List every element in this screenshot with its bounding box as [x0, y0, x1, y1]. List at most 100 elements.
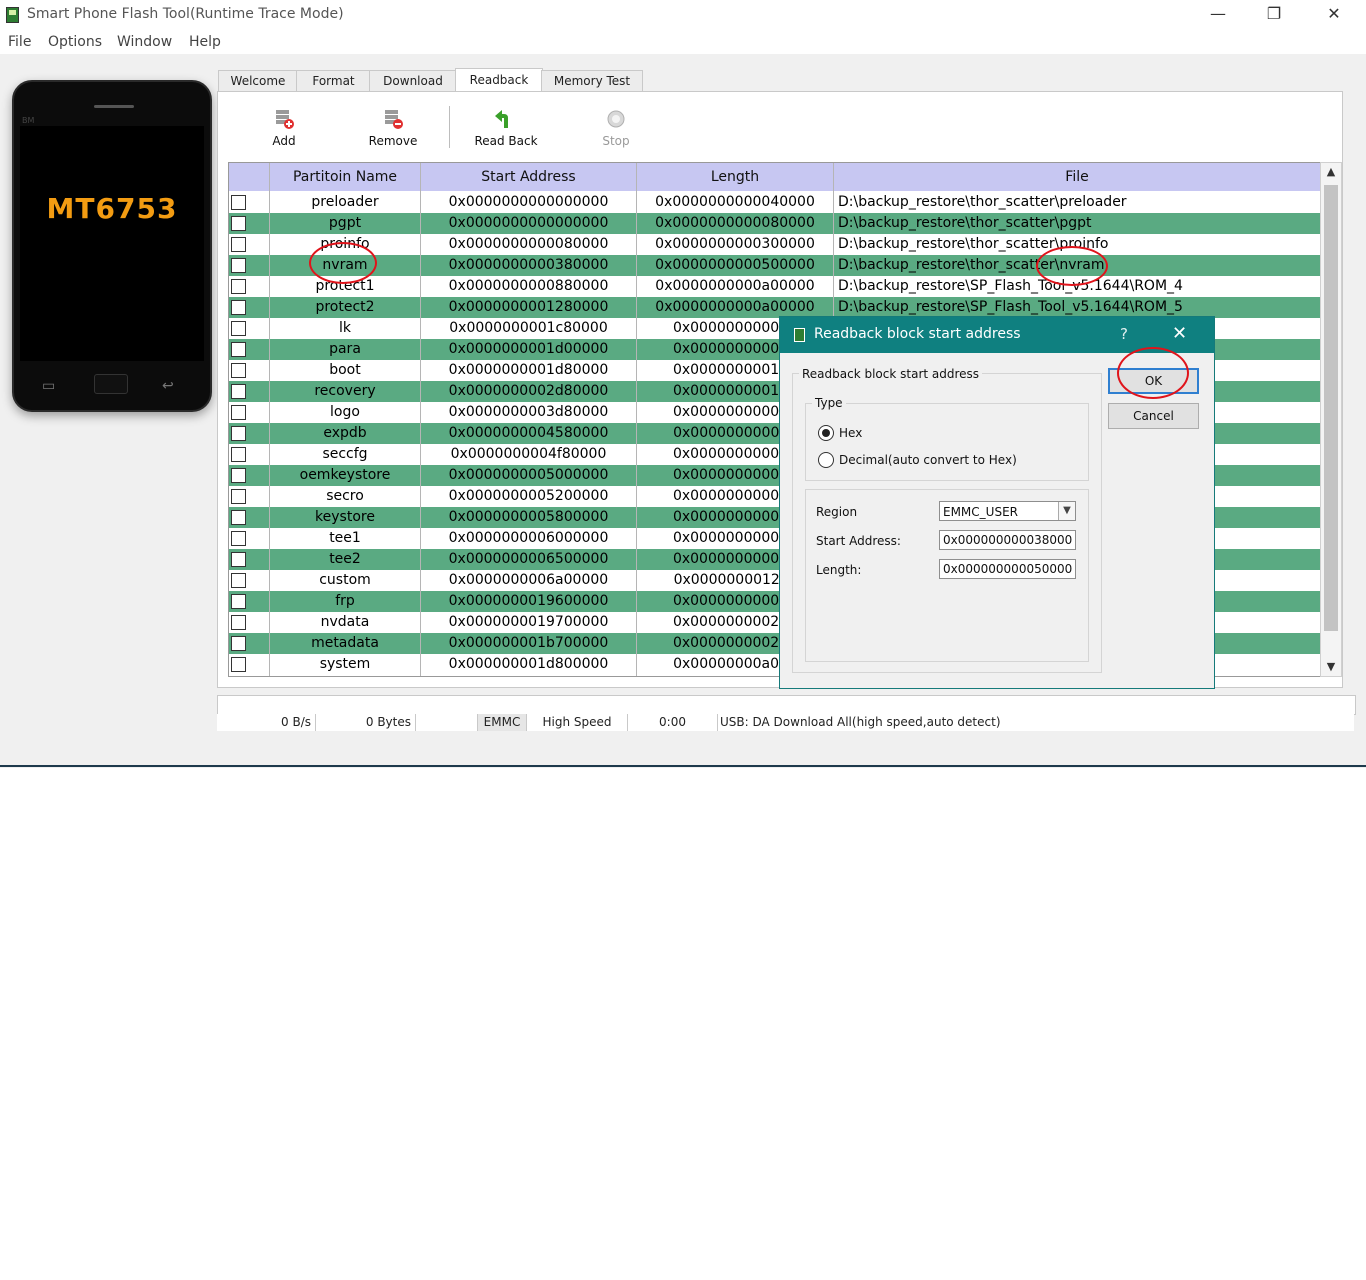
table-row[interactable]: preloader 0x0000000000000000 0x00000000000…	[229, 192, 1320, 213]
help-button[interactable]: ?	[1120, 325, 1128, 343]
table-row[interactable]: protect1 0x0000000000880000 0x0000000000a0…	[229, 276, 1320, 297]
file-path[interactable]: D:\backup_restore\SP_Flash_Tool_v5.1644\…	[838, 297, 1320, 318]
row-checkbox[interactable]	[229, 318, 269, 339]
checkbox[interactable]	[231, 615, 246, 630]
file-path[interactable]: D:\backup_restore\thor_scatter\preloader	[838, 192, 1320, 213]
table-row[interactable]: protect2 0x0000000001280000 0x0000000000a0…	[229, 297, 1320, 318]
hex-radio-label[interactable]: Hex	[839, 426, 862, 440]
menu-help[interactable]: Help	[189, 34, 221, 50]
file-path[interactable]: D:\backup_restore\thor_scatter\pgpt	[838, 213, 1320, 234]
checkbox[interactable]	[231, 552, 246, 567]
row-checkbox[interactable]	[229, 360, 269, 381]
row-checkbox[interactable]	[229, 444, 269, 465]
length-input[interactable]	[939, 559, 1076, 579]
row-checkbox[interactable]	[229, 486, 269, 507]
row-checkbox[interactable]	[229, 234, 269, 255]
close-window-button[interactable]: ✕	[1306, 0, 1362, 30]
row-checkbox[interactable]	[229, 528, 269, 549]
checkbox[interactable]	[231, 405, 246, 420]
start-address: 0x000000001b700000	[448, 635, 609, 651]
start-address-input[interactable]	[939, 530, 1076, 550]
scroll-up-icon[interactable]: ▲	[1321, 163, 1341, 181]
row-checkbox[interactable]	[229, 465, 269, 486]
minimize-button[interactable]: —	[1190, 0, 1246, 30]
row-checkbox[interactable]	[229, 654, 269, 675]
row-checkbox[interactable]	[229, 381, 269, 402]
row-checkbox[interactable]	[229, 549, 269, 570]
decimal-radio-label[interactable]: Decimal(auto convert to Hex)	[839, 453, 1017, 467]
tab-memory-test[interactable]: Memory Test	[541, 70, 643, 91]
scrollbar-thumb[interactable]	[1324, 185, 1338, 631]
header-start-address[interactable]: Start Address	[421, 163, 637, 191]
row-checkbox[interactable]	[229, 423, 269, 444]
table-row[interactable]: nvram 0x0000000000380000 0x000000000050000…	[229, 255, 1320, 276]
row-checkbox[interactable]	[229, 633, 269, 654]
add-button[interactable]: Add	[258, 108, 310, 148]
row-checkbox[interactable]	[229, 591, 269, 612]
checkbox[interactable]	[231, 342, 246, 357]
checkbox[interactable]	[231, 300, 246, 315]
checkbox[interactable]	[231, 279, 246, 294]
header-file[interactable]: File	[834, 163, 1320, 191]
checkbox[interactable]	[231, 447, 246, 462]
stop-button[interactable]: Stop	[594, 108, 638, 148]
header-length[interactable]: Length	[637, 163, 834, 191]
menu-window[interactable]: Window	[117, 34, 172, 50]
checkbox[interactable]	[231, 636, 246, 651]
stop-label: Stop	[602, 134, 630, 148]
checkbox[interactable]	[231, 195, 246, 210]
row-checkbox[interactable]	[229, 255, 269, 276]
start-address: 0x0000000006000000	[448, 530, 609, 546]
row-checkbox[interactable]	[229, 297, 269, 318]
dialog-close-button[interactable]: ✕	[1172, 323, 1187, 344]
menu-file[interactable]: File	[8, 34, 31, 50]
menu-options[interactable]: Options	[48, 34, 102, 50]
checkbox[interactable]	[231, 510, 246, 525]
checkbox[interactable]	[231, 216, 246, 231]
tab-readback[interactable]: Readback	[455, 68, 543, 93]
tab-download[interactable]: Download	[369, 70, 457, 91]
read-back-button[interactable]: Read Back	[472, 108, 540, 148]
table-scrollbar[interactable]: ▲ ▼	[1320, 162, 1342, 677]
start-address: 0x0000000004580000	[448, 425, 609, 441]
tab-format[interactable]: Format	[296, 70, 371, 91]
row-checkbox[interactable]	[229, 570, 269, 591]
row-checkbox[interactable]	[229, 612, 269, 633]
decimal-radio[interactable]	[818, 452, 834, 468]
partition-name: tee2	[329, 551, 361, 567]
row-checkbox[interactable]	[229, 276, 269, 297]
row-checkbox[interactable]	[229, 213, 269, 234]
header-partition-name[interactable]: Partitoin Name	[270, 163, 421, 191]
checkbox[interactable]	[231, 363, 246, 378]
checkbox[interactable]	[231, 489, 246, 504]
start-address: 0x0000000002d80000	[448, 383, 609, 399]
tab-welcome[interactable]: Welcome	[218, 70, 298, 91]
hex-radio[interactable]	[818, 425, 834, 441]
partition-name: keystore	[315, 509, 375, 525]
checkbox[interactable]	[231, 594, 246, 609]
checkbox[interactable]	[231, 237, 246, 252]
start-address: 0x0000000001d00000	[448, 341, 609, 357]
scroll-down-icon[interactable]: ▼	[1321, 658, 1341, 676]
table-row[interactable]: proinfo 0x0000000000080000 0x0000000000300…	[229, 234, 1320, 255]
checkbox[interactable]	[231, 426, 246, 441]
checkbox[interactable]	[231, 657, 246, 672]
checkbox[interactable]	[231, 321, 246, 336]
checkbox[interactable]	[231, 573, 246, 588]
checkbox[interactable]	[231, 258, 246, 273]
chevron-down-icon[interactable]: ▼	[1058, 502, 1075, 520]
checkbox[interactable]	[231, 468, 246, 483]
row-checkbox[interactable]	[229, 339, 269, 360]
row-checkbox[interactable]	[229, 402, 269, 423]
checkbox[interactable]	[231, 531, 246, 546]
checkbox[interactable]	[231, 384, 246, 399]
restore-button[interactable]: ❐	[1246, 0, 1302, 30]
header-checkbox-col[interactable]	[229, 163, 270, 191]
region-select[interactable]: EMMC_USER ▼	[939, 501, 1076, 521]
cancel-button[interactable]: Cancel	[1108, 403, 1199, 429]
remove-button[interactable]: Remove	[364, 108, 422, 148]
row-checkbox[interactable]	[229, 192, 269, 213]
row-checkbox[interactable]	[229, 507, 269, 528]
partition-name: oemkeystore	[299, 467, 391, 483]
table-row[interactable]: pgpt 0x0000000000000000 0x0000000000080000…	[229, 213, 1320, 234]
